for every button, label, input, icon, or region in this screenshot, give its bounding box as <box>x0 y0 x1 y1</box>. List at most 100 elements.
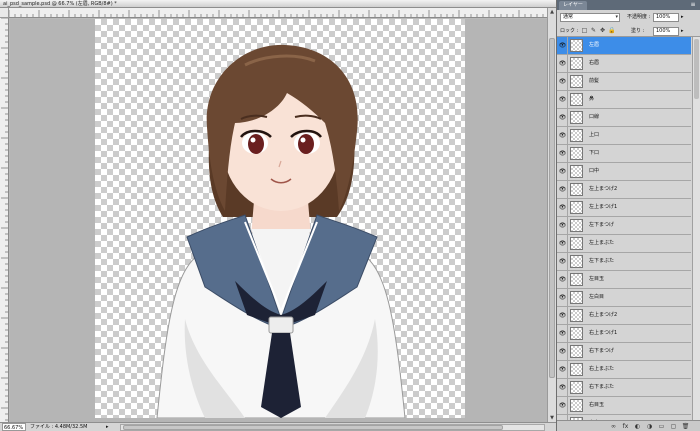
tab-layers[interactable]: レイヤー <box>559 1 587 10</box>
tie-knot <box>268 316 294 334</box>
layer-thumbnail <box>570 129 583 142</box>
layer-name: 右上まぶた <box>589 366 615 372</box>
layer-thumbnail <box>570 57 583 70</box>
layer-name: 右目玉 <box>589 402 605 408</box>
eye-icon[interactable]: 👁 <box>558 127 568 144</box>
blend-mode-select[interactable]: 通常 ▾ <box>560 13 620 22</box>
zoom-level-field[interactable]: 66.67% <box>2 423 26 431</box>
left-eye-highlight <box>250 137 256 143</box>
eye-icon[interactable]: 👁 <box>558 145 568 162</box>
eye-icon[interactable]: 👁 <box>558 199 568 216</box>
lock-pixels-icon[interactable]: ✎ <box>590 27 597 34</box>
panel-menu-icon[interactable]: ≡ <box>689 1 697 9</box>
image-canvas[interactable] <box>95 19 465 418</box>
layer-row[interactable]: 👁 左白目 <box>557 289 691 307</box>
vertical-scroll-thumb[interactable] <box>549 38 555 378</box>
fill-slider-icon[interactable]: ▸ <box>681 27 684 36</box>
eye-icon[interactable]: 👁 <box>558 361 568 378</box>
layer-row[interactable]: 👁 上口 <box>557 127 691 145</box>
layer-name: 左眉 <box>589 42 600 48</box>
eye-icon[interactable]: 👁 <box>558 379 568 396</box>
layer-thumbnail <box>570 201 583 214</box>
eye-icon[interactable]: 👁 <box>558 73 568 90</box>
lock-all-icon[interactable]: 🔒 <box>608 27 615 34</box>
layer-row[interactable]: 👁 右眉 <box>557 55 691 73</box>
layer-row[interactable]: 👁 右目玉 <box>557 397 691 415</box>
layer-style-icon[interactable]: fx <box>621 422 630 431</box>
layer-row[interactable]: 👁 左目玉 <box>557 271 691 289</box>
eye-icon[interactable]: 👁 <box>558 91 568 108</box>
layer-name: 右上まつげ1 <box>589 330 618 336</box>
layer-mask-icon[interactable]: ◐ <box>633 422 642 431</box>
layers-panel: レイヤー ≡ 通常 ▾ 不透明度 : 100% ▸ ロック : □ ✎ ✥ 🔒 … <box>556 0 700 431</box>
layer-thumbnail <box>570 255 583 268</box>
scroll-up-icon[interactable]: ▲ <box>548 8 556 16</box>
vertical-ruler[interactable] <box>0 18 9 422</box>
eye-icon[interactable]: 👁 <box>558 235 568 252</box>
layer-row[interactable]: 👁 左上まつげ2 <box>557 181 691 199</box>
blend-mode-value: 通常 <box>563 14 574 20</box>
layer-thumbnail <box>570 327 583 340</box>
status-menu-icon[interactable]: ▸ <box>106 423 109 431</box>
eye-icon[interactable]: 👁 <box>558 271 568 288</box>
eye-icon[interactable]: 👁 <box>558 307 568 324</box>
panel-header: レイヤー ≡ <box>557 0 700 10</box>
eye-icon[interactable]: 👁 <box>558 55 568 72</box>
eye-icon[interactable]: 👁 <box>558 343 568 360</box>
layer-row[interactable]: 👁 右上まつげ2 <box>557 307 691 325</box>
ruler-origin[interactable] <box>0 8 9 18</box>
eye-icon[interactable]: 👁 <box>558 217 568 234</box>
layer-row[interactable]: 👁 鼻 <box>557 91 691 109</box>
scroll-down-icon[interactable]: ▼ <box>548 414 556 422</box>
horizontal-scroll-thumb[interactable] <box>123 425 503 430</box>
layer-name: 鼻 <box>589 96 595 102</box>
layer-row[interactable]: 👁 口中 <box>557 163 691 181</box>
layer-row[interactable]: 👁 左下まつげ <box>557 217 691 235</box>
layer-row[interactable]: 👁 口線 <box>557 109 691 127</box>
eye-icon[interactable]: 👁 <box>558 289 568 306</box>
eye-icon[interactable]: 👁 <box>558 253 568 270</box>
layer-thumbnail <box>570 183 583 196</box>
link-layers-icon[interactable]: ∞ <box>609 422 618 431</box>
eye-icon[interactable]: 👁 <box>558 37 568 54</box>
layer-row[interactable]: 👁 右上まつげ1 <box>557 325 691 343</box>
layer-list-scroll-thumb[interactable] <box>694 39 699 99</box>
pasteboard[interactable] <box>10 19 547 422</box>
layer-row[interactable]: 👁 前髪 <box>557 73 691 91</box>
blend-row: 通常 ▾ 不透明度 : 100% ▸ <box>557 11 700 24</box>
eye-icon[interactable]: 👁 <box>558 109 568 126</box>
delete-layer-icon[interactable]: 🗑 <box>681 422 690 431</box>
layer-row[interactable]: 👁 左上まぶた <box>557 235 691 253</box>
layer-row[interactable]: 👁 下口 <box>557 145 691 163</box>
eye-icon[interactable]: 👁 <box>558 397 568 414</box>
layer-row[interactable]: 👁 左上まつげ1 <box>557 199 691 217</box>
eye-icon[interactable]: 👁 <box>558 163 568 180</box>
horizontal-scrollbar[interactable] <box>120 424 545 431</box>
opacity-slider-icon[interactable]: ▸ <box>681 13 684 22</box>
eye-icon[interactable]: 👁 <box>558 325 568 342</box>
layer-row[interactable]: 👁 左眉 <box>557 37 691 55</box>
new-group-icon[interactable]: ▭ <box>657 422 666 431</box>
photoshop-window: ai_psd_sample.psd @ 66.7% (左眉, RGB/8#) * <box>0 0 700 431</box>
adjustment-layer-icon[interactable]: ◑ <box>645 422 654 431</box>
layer-thumbnail <box>570 345 583 358</box>
layer-list-scrollbar[interactable] <box>692 37 700 420</box>
opacity-field[interactable]: 100% <box>653 13 679 22</box>
document-titlebar[interactable]: ai_psd_sample.psd @ 66.7% (左眉, RGB/8#) * <box>0 0 556 8</box>
layer-name: 左上まつげ1 <box>589 204 618 210</box>
panel-footer: ∞ fx ◐ ◑ ▭ ▢ 🗑 <box>557 420 700 431</box>
layer-row[interactable]: 👁 右下まつげ <box>557 343 691 361</box>
fill-field[interactable]: 100% <box>653 27 679 36</box>
left-eye-iris <box>248 134 264 154</box>
vertical-scrollbar[interactable]: ▲ ▼ <box>547 8 556 422</box>
new-layer-icon[interactable]: ▢ <box>669 422 678 431</box>
lock-transparency-icon[interactable]: □ <box>581 27 588 34</box>
eye-icon[interactable]: 👁 <box>558 181 568 198</box>
layer-row[interactable]: 👁 右下まぶた <box>557 379 691 397</box>
layer-row[interactable]: 👁 右上まぶた <box>557 361 691 379</box>
layer-name: 左上まつげ2 <box>589 186 618 192</box>
horizontal-ruler[interactable] <box>9 8 547 18</box>
layer-list[interactable]: 👁 左眉 👁 右眉 👁 前髪 👁 鼻 👁 口線 👁 上口 👁 下口 👁 口中 👁 左上まつげ2 👁 左上まつげ1 👁 左下… <box>557 37 700 420</box>
lock-position-icon[interactable]: ✥ <box>599 27 606 34</box>
layer-row[interactable]: 👁 左下まぶた <box>557 253 691 271</box>
